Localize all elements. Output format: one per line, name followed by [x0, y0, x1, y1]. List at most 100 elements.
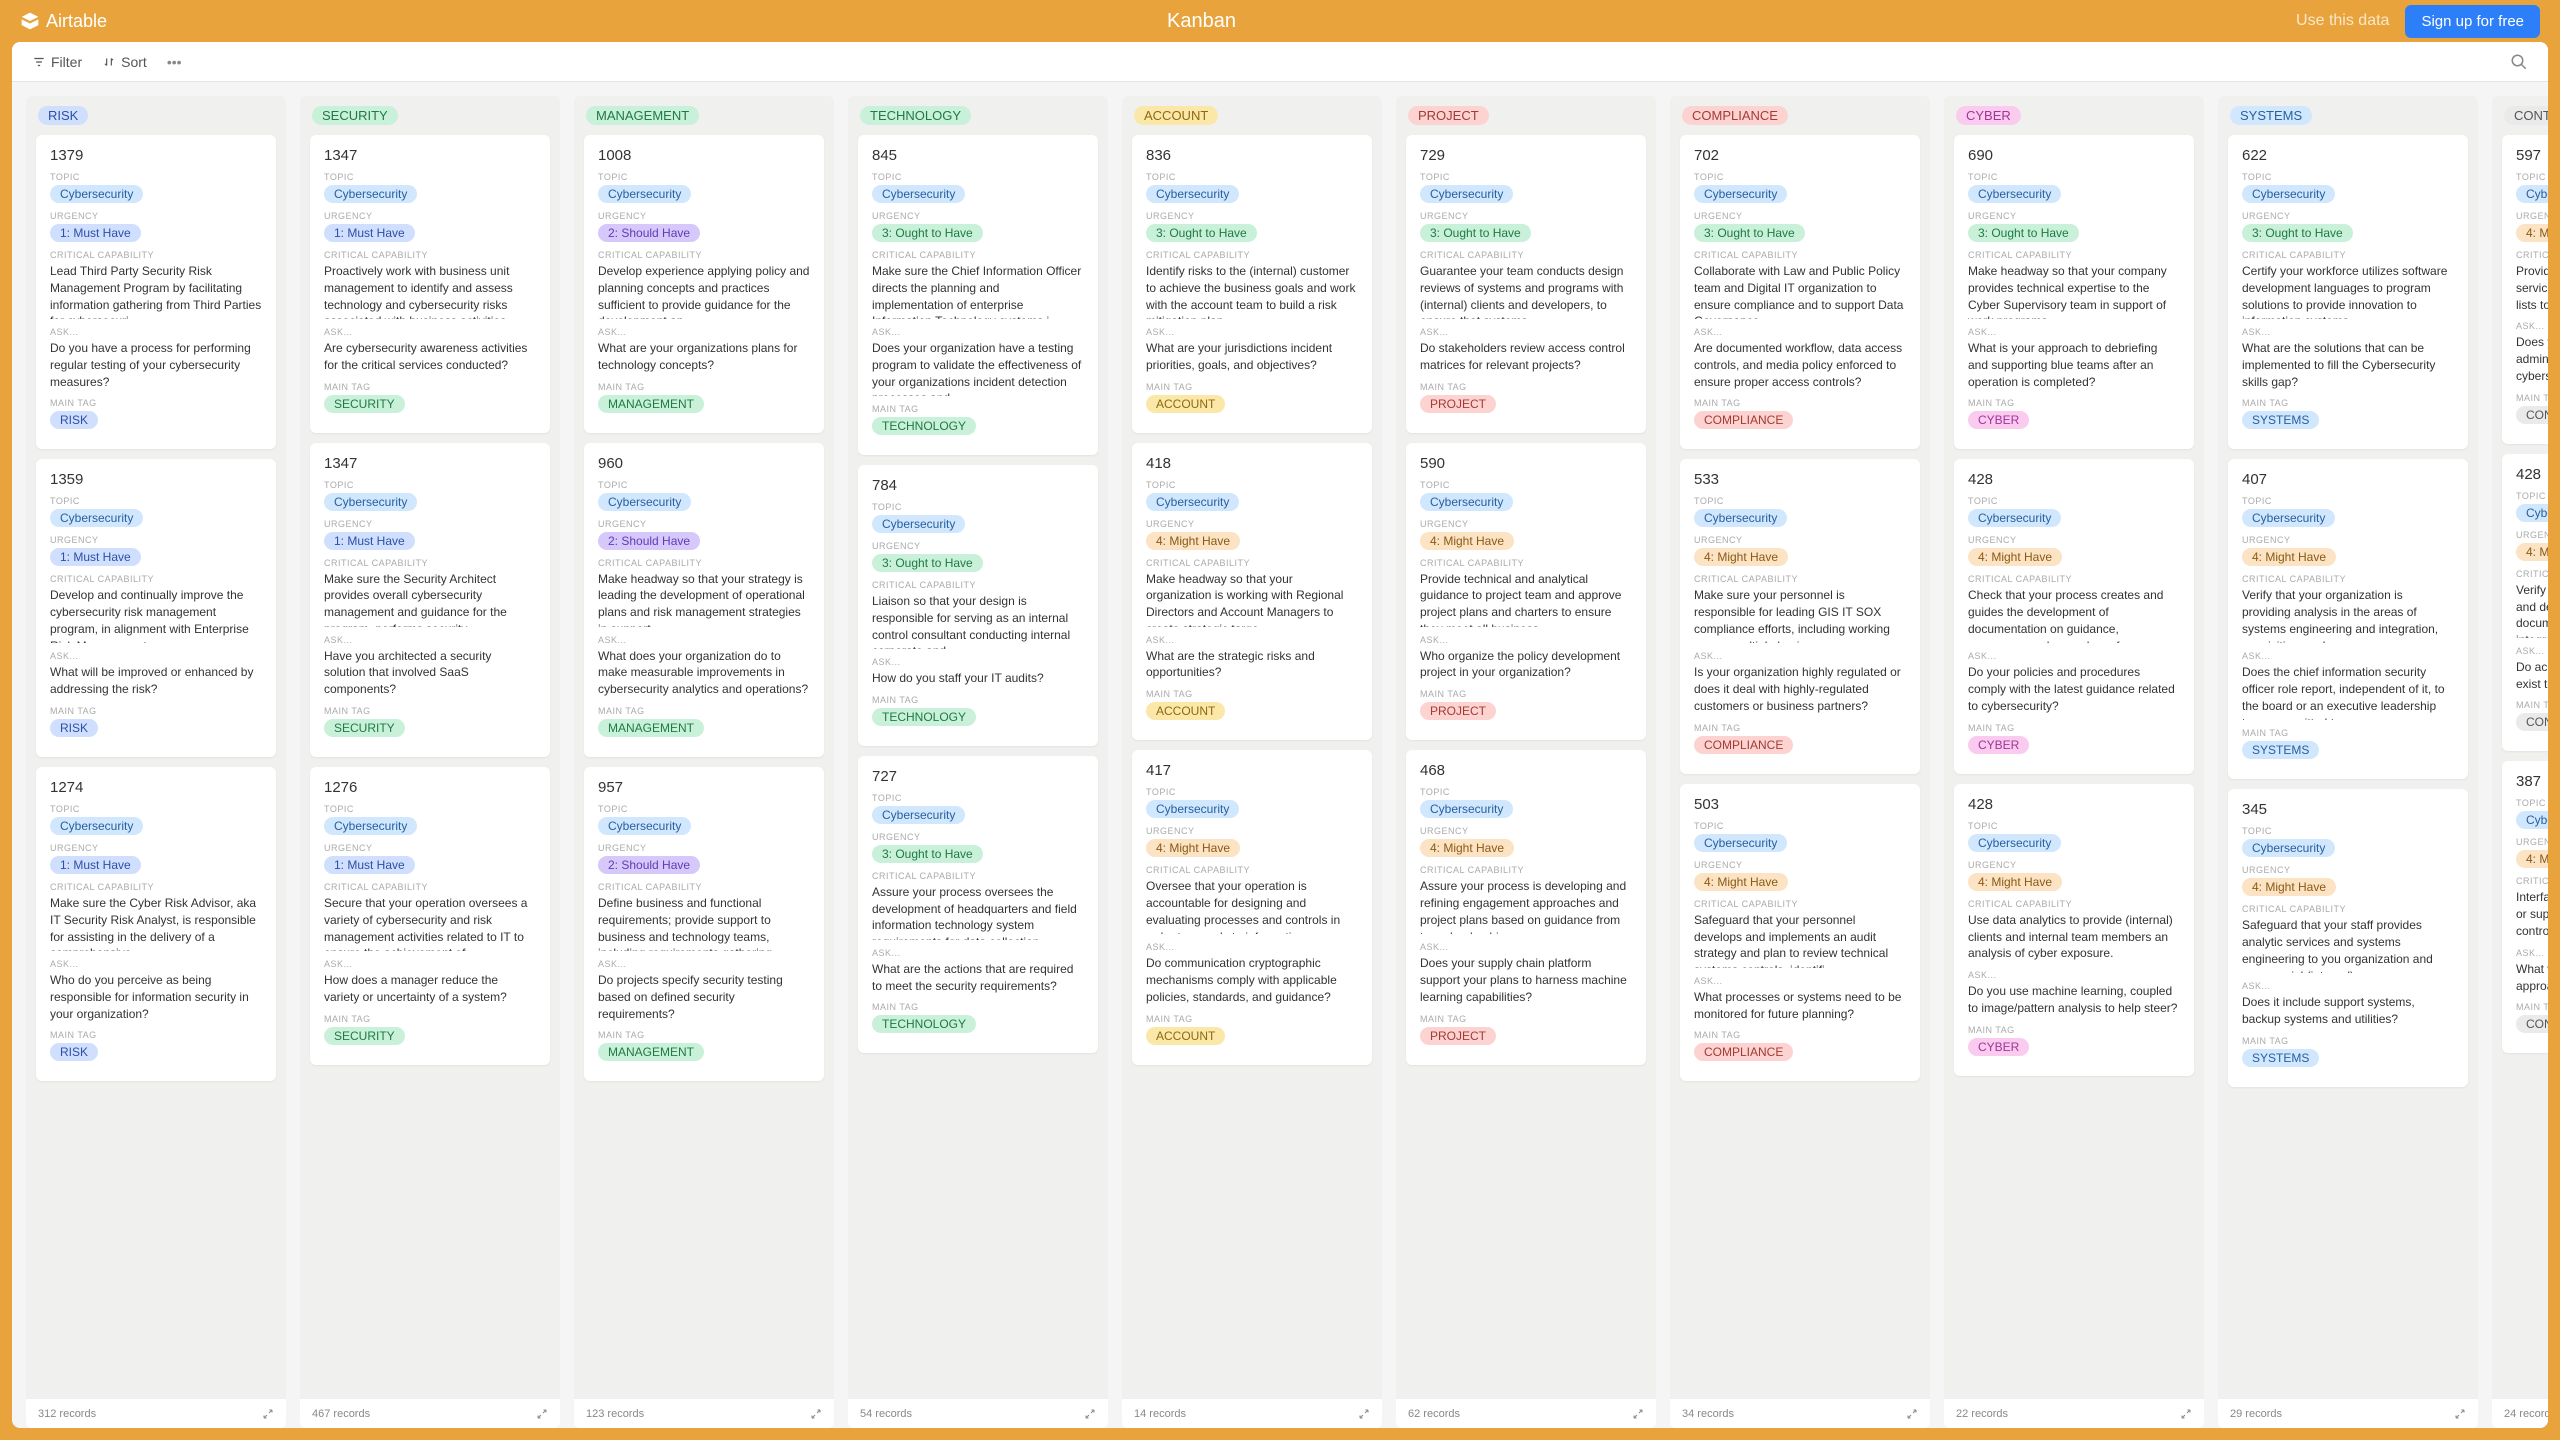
kanban-column: RISK 1379TOPICCybersecurityURGENCY1: Must…: [26, 96, 286, 1428]
card[interactable]: 417TOPICCybersecurityURGENCY4: Might Hav…: [1132, 750, 1372, 1064]
urgency-pill: 4: Might Have: [2516, 850, 2548, 868]
card[interactable]: 1379TOPICCybersecurityURGENCY1: Must Hav…: [36, 135, 276, 449]
card[interactable]: 418TOPICCybersecurityURGENCY4: Might Hav…: [1132, 443, 1372, 741]
expand-icon[interactable]: [2180, 1408, 2192, 1420]
card-id: 1347: [324, 147, 536, 164]
card[interactable]: 1008TOPICCybersecurityURGENCY2: Should H…: [584, 135, 824, 433]
card-id: 690: [1968, 147, 2180, 164]
view-title: Kanban: [107, 10, 2296, 33]
expand-icon[interactable]: [1906, 1408, 1918, 1420]
urgency-pill: 3: Ought to Have: [872, 554, 983, 572]
card[interactable]: 622TOPICCybersecurityURGENCY3: Ought to …: [2228, 135, 2468, 449]
card[interactable]: 533TOPICCybersecurityURGENCY4: Might Hav…: [1680, 459, 1920, 773]
expand-icon[interactable]: [536, 1408, 548, 1420]
card[interactable]: 428TOPICCybersecurityURGENCY4: Might Hav…: [1954, 784, 2194, 1076]
topic-pill: Cybersecurity: [2242, 839, 2335, 857]
column-tag[interactable]: MANAGEMENT: [586, 106, 699, 125]
card[interactable]: 960TOPICCybersecurityURGENCY2: Should Ha…: [584, 443, 824, 757]
card[interactable]: 1347TOPICCybersecurityURGENCY1: Must Hav…: [310, 135, 550, 433]
label-capability: CRITICAL CAPABILITY: [872, 250, 1084, 260]
card[interactable]: 702TOPICCybersecurityURGENCY3: Ought to …: [1680, 135, 1920, 449]
record-count: 54 records: [860, 1408, 912, 1420]
label-capability: CRITICAL CAPABILITY: [598, 882, 810, 892]
brand[interactable]: Airtable: [20, 11, 107, 32]
kanban-column: SYSTEMS 622TOPICCybersecurityURGENCY3: Ou…: [2218, 96, 2478, 1428]
column-tag[interactable]: CONTROL: [2504, 106, 2548, 125]
card[interactable]: 1359TOPICCybersecurityURGENCY1: Must Hav…: [36, 459, 276, 757]
brand-text: Airtable: [46, 11, 107, 32]
capability-text: Check that your process creates and guid…: [1968, 587, 2180, 643]
column-tag[interactable]: PROJECT: [1408, 106, 1489, 125]
card[interactable]: 428TOPICCybersecurityURGENCY4: Might Hav…: [2502, 454, 2548, 752]
label-maintag: MAIN TAG: [872, 1002, 1084, 1012]
topic-pill: Cybersecurity: [1146, 185, 1239, 203]
column-footer: 24 records: [2492, 1398, 2548, 1428]
use-this-data-link[interactable]: Use this data: [2296, 12, 2389, 30]
card[interactable]: 590TOPICCybersecurityURGENCY4: Might Hav…: [1406, 443, 1646, 741]
card[interactable]: 845TOPICCybersecurityURGENCY3: Ought to …: [858, 135, 1098, 455]
topic-pill: Cybersecurity: [324, 817, 417, 835]
column-tag[interactable]: CYBER: [1956, 106, 2021, 125]
column-tag[interactable]: TECHNOLOGY: [860, 106, 971, 125]
ask-text: Is your organization highly regulated or…: [1694, 664, 1906, 714]
card[interactable]: 836TOPICCybersecurityURGENCY3: Ought to …: [1132, 135, 1372, 433]
card[interactable]: 597TOPICCybersecurityURGENCY4: Might Hav…: [2502, 135, 2548, 444]
topic-pill: Cybersecurity: [1146, 800, 1239, 818]
capability-text: Assure your process is developing and re…: [1420, 878, 1632, 934]
label-topic: TOPIC: [1694, 821, 1906, 831]
expand-icon[interactable]: [1084, 1408, 1096, 1420]
card[interactable]: 387TOPICCybersecurityURGENCY4: Might Hav…: [2502, 761, 2548, 1053]
column-tag[interactable]: SECURITY: [312, 106, 398, 125]
card[interactable]: 784TOPICCybersecurityURGENCY3: Ought to …: [858, 465, 1098, 746]
topic-pill: Cybersecurity: [872, 515, 965, 533]
label-ask: ASK...: [1694, 651, 1906, 661]
label-ask: ASK...: [2516, 321, 2548, 331]
column-tag[interactable]: RISK: [38, 106, 88, 125]
card[interactable]: 1274TOPICCybersecurityURGENCY1: Must Hav…: [36, 767, 276, 1081]
card[interactable]: 729TOPICCybersecurityURGENCY3: Ought to …: [1406, 135, 1646, 433]
maintag-pill: SECURITY: [324, 1027, 405, 1045]
card[interactable]: 428TOPICCybersecurityURGENCY4: Might Hav…: [1954, 459, 2194, 773]
filter-button[interactable]: Filter: [32, 54, 82, 70]
urgency-pill: 4: Might Have: [2242, 548, 2336, 566]
label-topic: TOPIC: [1420, 172, 1632, 182]
card[interactable]: 1347TOPICCybersecurityURGENCY1: Must Hav…: [310, 443, 550, 757]
label-urgency: URGENCY: [1694, 535, 1906, 545]
capability-text: Collaborate with Law and Public Policy t…: [1694, 263, 1906, 319]
label-urgency: URGENCY: [50, 535, 262, 545]
ask-text: Do you use machine learning, coupled to …: [1968, 983, 2180, 1017]
search-icon[interactable]: [2510, 53, 2528, 71]
card[interactable]: 727TOPICCybersecurityURGENCY3: Ought to …: [858, 756, 1098, 1054]
card[interactable]: 690TOPICCybersecurityURGENCY3: Ought to …: [1954, 135, 2194, 449]
expand-icon[interactable]: [1632, 1408, 1644, 1420]
card[interactable]: 468TOPICCybersecurityURGENCY4: Might Hav…: [1406, 750, 1646, 1064]
label-capability: CRITICAL CAPABILITY: [1968, 899, 2180, 909]
label-urgency: URGENCY: [2516, 211, 2548, 221]
card[interactable]: 503TOPICCybersecurityURGENCY4: Might Hav…: [1680, 784, 1920, 1082]
label-topic: TOPIC: [324, 804, 536, 814]
column-tag[interactable]: ACCOUNT: [1134, 106, 1218, 125]
sign-up-button[interactable]: Sign up for free: [2405, 5, 2540, 38]
capability-text: Oversee that your operation is accountab…: [1146, 878, 1358, 934]
expand-icon[interactable]: [262, 1408, 274, 1420]
label-ask: ASK...: [2516, 646, 2548, 656]
column-tag[interactable]: SYSTEMS: [2230, 106, 2312, 125]
card[interactable]: 407TOPICCybersecurityURGENCY4: Might Hav…: [2228, 459, 2468, 779]
card[interactable]: 345TOPICCybersecurityURGENCY4: Might Hav…: [2228, 789, 2468, 1087]
column-tag[interactable]: COMPLIANCE: [1682, 106, 1788, 125]
more-button[interactable]: •••: [167, 54, 182, 70]
label-topic: TOPIC: [50, 172, 262, 182]
expand-icon[interactable]: [810, 1408, 822, 1420]
record-count: 14 records: [1134, 1408, 1186, 1420]
sort-button[interactable]: Sort: [102, 54, 147, 70]
card[interactable]: 1276TOPICCybersecurityURGENCY1: Must Hav…: [310, 767, 550, 1065]
ask-text: How does a manager reduce the variety or…: [324, 972, 536, 1006]
capability-text: Secure that your operation oversees a va…: [324, 895, 536, 951]
ask-text: What weaknesses existed in the audit app…: [2516, 961, 2548, 995]
expand-icon[interactable]: [2454, 1408, 2466, 1420]
maintag-pill: MANAGEMENT: [598, 719, 704, 737]
expand-icon[interactable]: [1358, 1408, 1370, 1420]
label-maintag: MAIN TAG: [1420, 1014, 1632, 1024]
label-maintag: MAIN TAG: [50, 706, 262, 716]
card[interactable]: 957TOPICCybersecurityURGENCY2: Should Ha…: [584, 767, 824, 1081]
